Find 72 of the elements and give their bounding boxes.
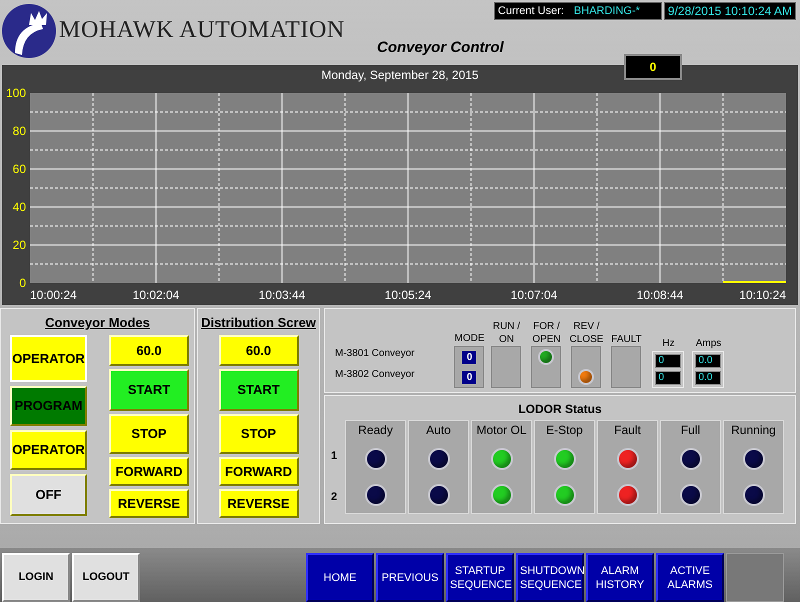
motor-name: M-3801 Conveyor: [335, 347, 414, 361]
y-tick-label: 60: [12, 162, 26, 176]
x-tick-label: 10:02:04: [132, 288, 180, 302]
column-label: Fault: [614, 422, 641, 439]
y-tick-label: 0: [19, 276, 26, 290]
nav-button[interactable]: PREVIOUS: [376, 553, 444, 602]
column-label: Full: [680, 422, 700, 439]
column-label: Ready: [358, 422, 393, 439]
column-header: Amps: [696, 337, 722, 351]
value-display: 0.0: [695, 371, 722, 385]
column-header: Hz: [662, 337, 675, 351]
x-tick-label: 10:10:24: [739, 288, 786, 302]
datetime-display: 9/28/2015 10:10:24 AM: [664, 2, 796, 20]
blank-panel: [726, 553, 784, 602]
column-label: Auto: [426, 422, 451, 439]
motor-name: M-3802 Conveyor: [335, 368, 414, 382]
chart-title: Monday, September 28, 2015: [321, 67, 479, 84]
panel-button[interactable]: REVERSE: [109, 489, 189, 518]
nav-button[interactable]: ALARM HISTORY: [586, 553, 654, 602]
value-display: 0: [655, 354, 682, 368]
x-tick-label: 10:00:24: [30, 288, 77, 302]
column-header: RUN / ON: [492, 320, 522, 346]
panel-button[interactable]: OFF: [10, 474, 87, 516]
panel-button[interactable]: OPERATOR: [10, 430, 87, 470]
nav-button[interactable]: HOME: [306, 553, 374, 602]
mode-indicator: 0: [462, 370, 476, 384]
nav-button[interactable]: ACTIVE ALARMS: [656, 553, 724, 602]
crown-logo: [1, 3, 57, 59]
y-tick-label: 100: [6, 86, 26, 100]
y-tick-label: 40: [12, 200, 26, 214]
panel-button[interactable]: OPERATOR: [10, 335, 87, 382]
x-tick-label: 10:08:44: [636, 288, 684, 302]
panel-button[interactable]: START: [218, 369, 298, 411]
user-name: BHARDING-*: [574, 4, 640, 19]
x-tick-label: 10:05:24: [384, 288, 432, 302]
value-display: 0.0: [695, 354, 722, 368]
value-display: 0: [655, 371, 682, 385]
trend-line: [723, 281, 786, 283]
panel-button[interactable]: FORWARD: [109, 457, 189, 486]
nav-button[interactable]: STARTUP SEQUENCE: [446, 553, 514, 602]
panel-title: Conveyor Modes: [45, 314, 150, 331]
x-tick-label: 10:03:44: [258, 288, 306, 302]
account-button[interactable]: LOGOUT: [72, 553, 140, 602]
nav-button[interactable]: SHUTDOWN SEQUENCE: [516, 553, 584, 602]
column-label: Motor OL: [476, 422, 526, 439]
row-label: 2: [331, 490, 338, 504]
setpoint-display[interactable]: 60.0: [218, 335, 298, 366]
column-label: E-Stop: [546, 422, 583, 439]
screen-title: Conveyor Control: [377, 38, 504, 58]
column-label: Running: [731, 422, 776, 439]
panel-button[interactable]: STOP: [109, 414, 189, 454]
column-header: MODE: [454, 332, 484, 346]
column-header: FOR / OPEN: [531, 320, 562, 346]
panel-title: Distribution Screw: [201, 314, 316, 331]
x-tick-label: 10:07:04: [510, 288, 558, 302]
counter-display: 0: [624, 54, 682, 80]
setpoint-display[interactable]: 60.0: [109, 335, 189, 366]
column-header: REV / CLOSE: [568, 320, 604, 346]
y-tick-label: 20: [12, 238, 26, 252]
row-label: 1: [331, 449, 338, 464]
panel-button[interactable]: STOP: [218, 414, 298, 454]
user-label: Current User:: [498, 4, 564, 19]
column-header: FAULT: [610, 333, 643, 346]
panel-button[interactable]: REVERSE: [218, 489, 298, 518]
y-tick-label: 80: [12, 124, 26, 138]
account-button[interactable]: LOGIN: [2, 553, 70, 602]
panel-button[interactable]: PROGRAM: [10, 386, 87, 426]
panel-title: LODOR Status: [518, 401, 602, 416]
panel-button[interactable]: START: [109, 369, 189, 411]
company-name: MOHAWK AUTOMATION: [59, 16, 345, 42]
mode-indicator: 0: [462, 350, 476, 364]
panel-button[interactable]: FORWARD: [218, 457, 298, 486]
